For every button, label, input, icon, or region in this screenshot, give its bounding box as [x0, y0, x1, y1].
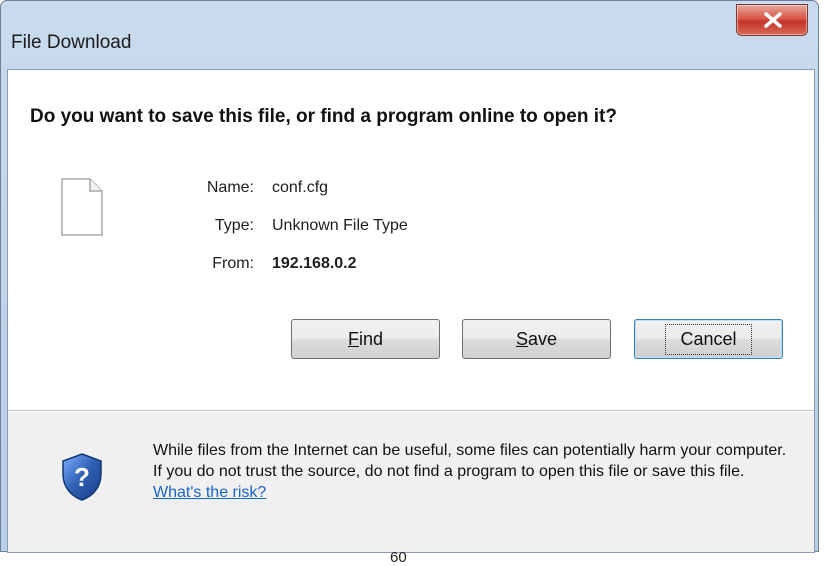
- name-value: conf.cfg: [272, 179, 329, 196]
- from-value: 192.168.0.2: [272, 255, 357, 272]
- dialog-question: Do you want to save this file, or find a…: [30, 106, 617, 127]
- window-title: File Download: [11, 32, 132, 53]
- find-button-label: Find: [347, 328, 384, 349]
- file-download-window: File Download Do you want to save this f…: [0, 0, 819, 553]
- shield-question-icon: ?: [62, 453, 102, 501]
- warning-text-block: While files from the Internet can be use…: [153, 440, 793, 503]
- save-button-label: Save: [515, 328, 558, 349]
- from-label: From:: [212, 255, 254, 272]
- svg-text:?: ?: [74, 462, 90, 492]
- dialog-body: Do you want to save this file, or find a…: [7, 69, 815, 553]
- name-label: Name:: [206, 179, 254, 196]
- page-number: 60: [390, 549, 407, 566]
- cancel-button-label: Cancel: [665, 323, 752, 355]
- find-button[interactable]: Find: [291, 319, 440, 359]
- type-value: Unknown File Type: [272, 217, 408, 234]
- close-button[interactable]: [736, 4, 808, 36]
- close-icon: [764, 12, 782, 28]
- warning-text: While files from the Internet can be use…: [153, 442, 787, 480]
- dialog-top-pane: Do you want to save this file, or find a…: [8, 70, 814, 410]
- save-button[interactable]: Save: [462, 319, 611, 359]
- type-label: Type:: [214, 217, 254, 234]
- cancel-button[interactable]: Cancel: [634, 319, 783, 359]
- whats-the-risk-link[interactable]: What's the risk?: [153, 484, 266, 501]
- warning-pane: ? While files from the Internet can be u…: [8, 411, 814, 552]
